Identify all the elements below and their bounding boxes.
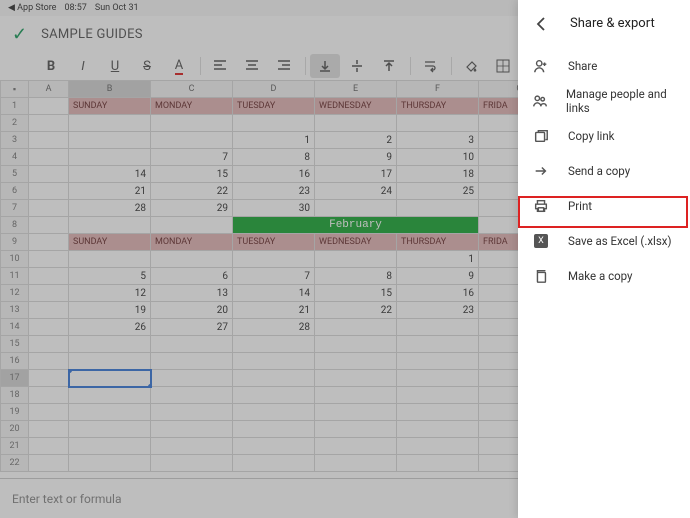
menu-item-print[interactable]: Print — [518, 188, 690, 223]
person-plus-icon — [532, 57, 550, 75]
panel-title: Share & export — [570, 16, 655, 31]
send-icon — [532, 162, 550, 180]
menu-item-save-excel[interactable]: X Save as Excel (.xlsx) — [518, 223, 690, 258]
menu-label: Manage people and links — [566, 87, 676, 115]
print-icon — [532, 197, 550, 215]
menu-label: Save as Excel (.xlsx) — [568, 234, 672, 248]
menu-item-manage[interactable]: Manage people and links — [518, 83, 690, 118]
copy-icon — [532, 267, 550, 285]
back-icon[interactable] — [532, 14, 552, 34]
menu-label: Copy link — [568, 129, 615, 143]
menu-label: Share — [568, 59, 597, 73]
menu-label: Make a copy — [568, 269, 633, 283]
link-icon — [532, 127, 550, 145]
menu-item-send-copy[interactable]: Send a copy — [518, 153, 690, 188]
share-export-panel: Share & export Share Manage people and l… — [518, 0, 690, 518]
menu-label: Print — [568, 199, 592, 213]
menu-item-share[interactable]: Share — [518, 48, 690, 83]
menu-item-copy-link[interactable]: Copy link — [518, 118, 690, 153]
people-icon — [532, 92, 548, 110]
excel-icon: X — [532, 232, 550, 250]
menu-label: Send a copy — [568, 164, 630, 178]
menu-item-make-copy[interactable]: Make a copy — [518, 258, 690, 293]
